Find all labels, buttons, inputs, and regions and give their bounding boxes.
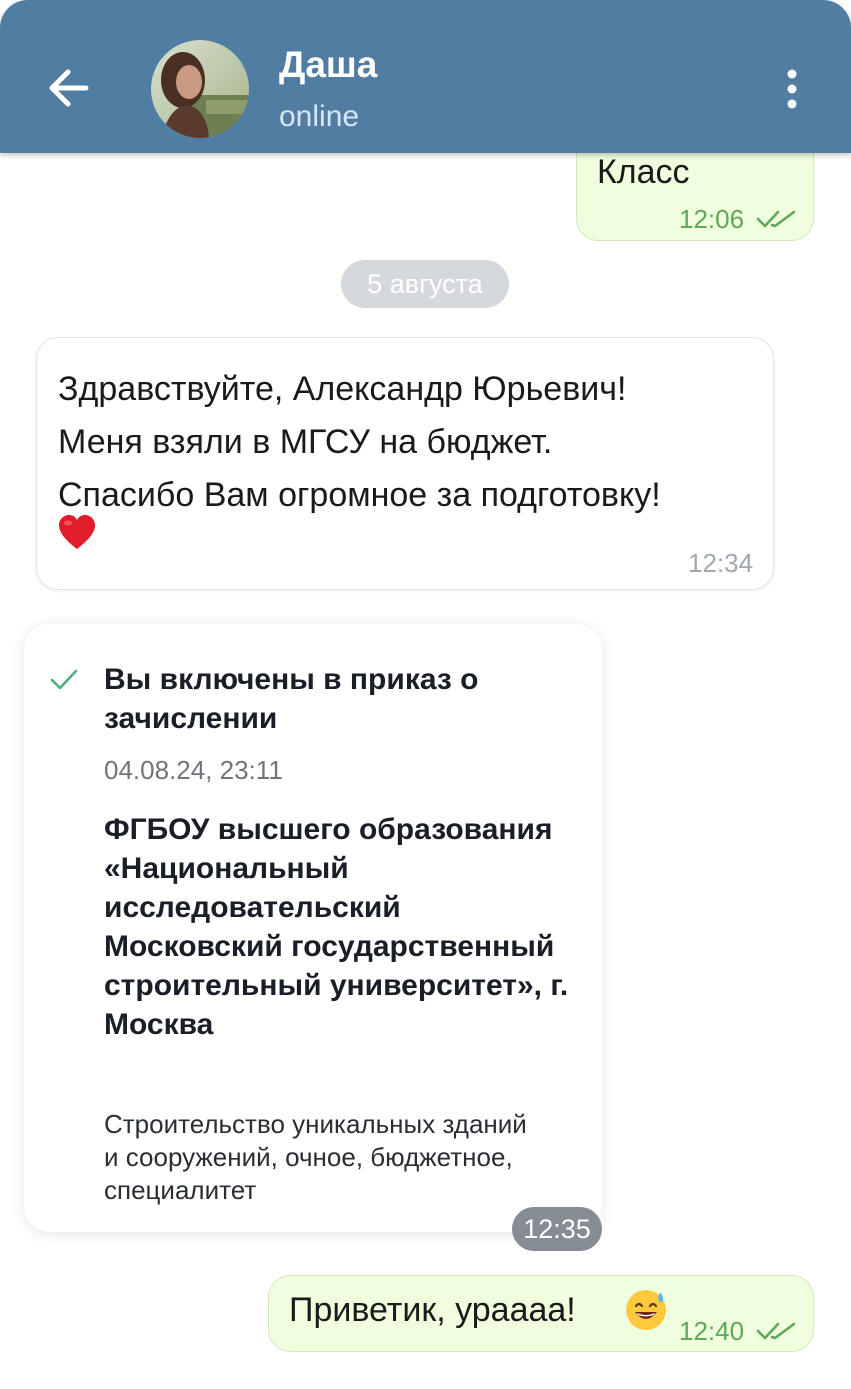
arrow-left-icon[interactable] (40, 60, 96, 116)
message-text: Приветик, урааaa! (289, 1291, 576, 1329)
message-time: 12:40 (679, 1316, 745, 1346)
message-line: Меня взяли в МГСУ на бюджет. (58, 423, 553, 461)
card-organization: ФГБОУ высшего образования «Национальный … (104, 813, 569, 1041)
message-line: Спасибо Вам огромное за подготовку! (58, 476, 661, 514)
contact-avatar[interactable] (151, 40, 249, 138)
message-time: 12:34 (688, 548, 754, 578)
message-time: 12:35 (512, 1207, 602, 1251)
card-title: Вы включены в приказ о зачислении (104, 663, 479, 735)
contact-status: online (279, 100, 360, 133)
message-line: Здравствуйте, Александр Юрьевич! (58, 370, 627, 408)
contact-name[interactable]: Даша (279, 44, 377, 86)
message-time: 12:06 (679, 204, 745, 234)
sweat-smile-emoji (626, 1290, 666, 1330)
message-text: Класс (597, 153, 690, 191)
message-text: Здравствуйте, Александр Юрьевич! Меня вз… (58, 363, 768, 522)
card-date: 04.08.24, 23:11 (104, 755, 283, 785)
chat-header: Даша online (0, 0, 851, 153)
double-check-icon (756, 1322, 796, 1340)
check-icon (50, 669, 78, 690)
card-program: Строительство уникальных зданий и сооруж… (104, 1109, 527, 1205)
double-check-icon (756, 210, 796, 228)
date-separator: 5 августа (341, 260, 509, 308)
more-vert-icon[interactable] (776, 66, 808, 114)
heart-emoji (59, 515, 95, 549)
